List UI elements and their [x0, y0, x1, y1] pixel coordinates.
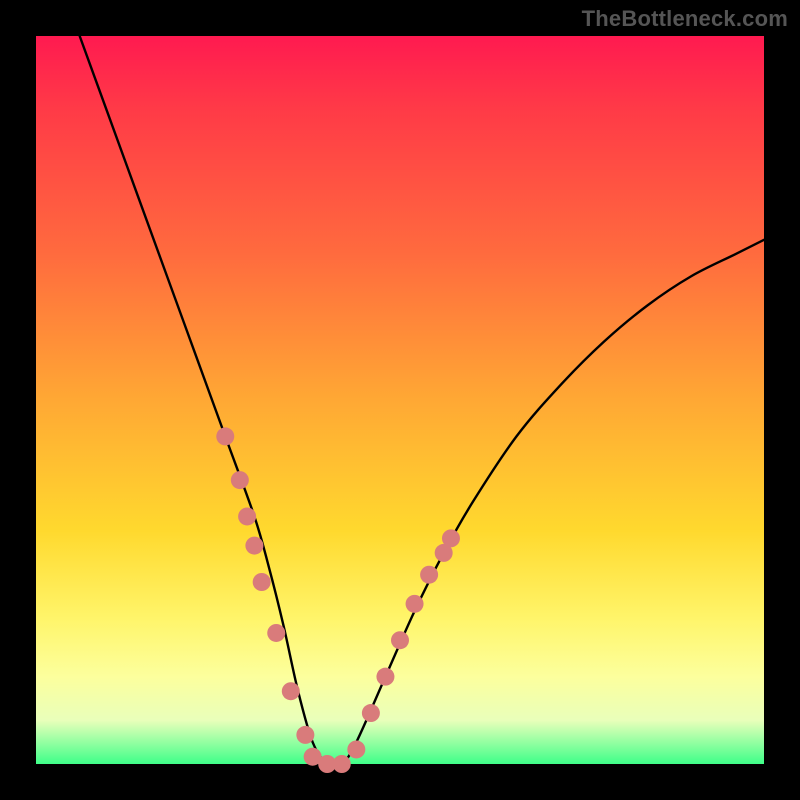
marker-dot	[267, 624, 285, 642]
marker-dot	[253, 573, 271, 591]
bottleneck-curve-path	[80, 36, 764, 767]
marker-dot	[245, 537, 263, 555]
marker-dot	[406, 595, 424, 613]
marker-dot	[238, 507, 256, 525]
marker-dot	[376, 668, 394, 686]
watermark-text: TheBottleneck.com	[582, 6, 788, 32]
marker-dot	[362, 704, 380, 722]
marker-dot	[442, 529, 460, 547]
marker-dot-group	[216, 427, 460, 773]
chart-svg	[36, 36, 764, 764]
marker-dot	[282, 682, 300, 700]
marker-dot	[333, 755, 351, 773]
marker-dot	[231, 471, 249, 489]
marker-dot	[296, 726, 314, 744]
marker-dot	[347, 740, 365, 758]
marker-dot	[216, 427, 234, 445]
plot-area	[36, 36, 764, 764]
marker-dot	[420, 566, 438, 584]
marker-dot	[391, 631, 409, 649]
chart-frame: TheBottleneck.com	[0, 0, 800, 800]
